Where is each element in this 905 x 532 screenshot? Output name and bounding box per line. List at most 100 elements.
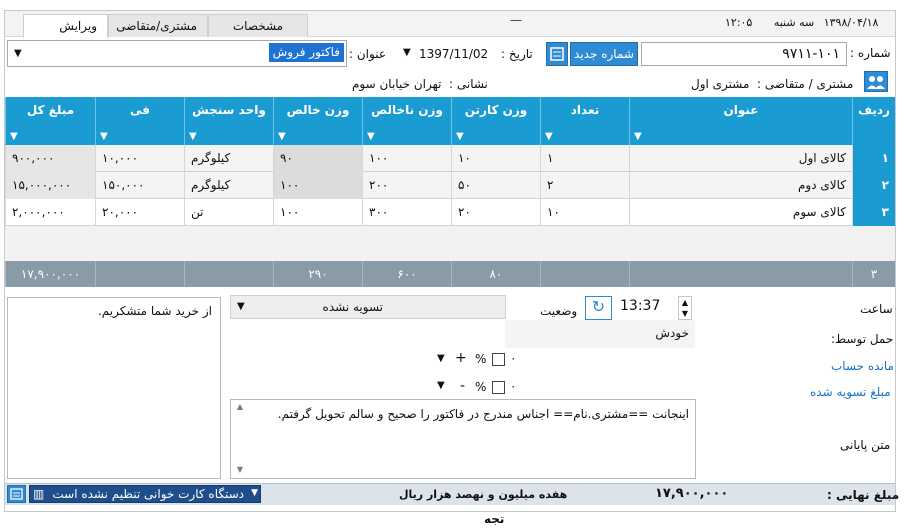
time-spinner[interactable]: ▲ ▼ [678,296,692,320]
cell-quantity[interactable]: ۱ [540,145,629,172]
clock: ۱۳۹۸/۰۴/۱۸ سه شنبه ۱۲:۰۵ [725,16,878,29]
title-combo[interactable]: ▼ فاکتور فروش [7,40,347,67]
title-label: عنوان : [349,47,386,61]
col-header-net-weight[interactable]: وزن خالص ▼ [273,97,362,145]
grid-empty-area [5,226,895,261]
date-chevron-down-icon[interactable]: ▼ [403,47,411,58]
tab-edit[interactable]: ویرایش [23,14,108,38]
cell-net[interactable]: ۹۰ [273,145,362,172]
col-header-quantity[interactable]: تعداد ▼ [540,97,629,145]
address-label: نشانی : [449,77,488,91]
window-dash: — [510,13,522,27]
cell-price[interactable]: ۱۰,۰۰۰ [95,145,184,172]
settled-link[interactable]: مبلغ تسویه شده [810,385,891,399]
customer-value: مشتری اول [691,77,750,91]
col-header-title[interactable]: عنوان ▼ [629,97,852,145]
col-header-unit[interactable]: واحد سنجش ▼ [184,97,273,145]
settled-percent: % [475,380,487,394]
filter-icon[interactable]: ▼ [634,131,642,142]
footer-scrollbar[interactable]: ▲ ▼ [233,402,247,476]
tab-details[interactable]: مشخصات [208,14,308,37]
balance-percent: % [475,352,487,366]
title-chevron-down-icon[interactable]: ▼ [14,48,22,59]
filter-icon[interactable]: ▼ [456,131,464,142]
card-reader-chevron-down-icon[interactable]: ▼ [251,488,258,498]
summary-price [95,261,184,287]
table-row[interactable]: ۳ کالای سوم ۱۰ ۲۰ ۳۰۰ ۱۰۰ تن ۲۰,۰۰۰ ۲,۰۰… [5,199,895,226]
filter-icon[interactable]: ▼ [278,131,286,142]
cell-total[interactable]: ۹۰۰,۰۰۰ [5,145,95,172]
row-number: ۱ [852,145,895,172]
cell-unit[interactable]: کیلوگرم [184,145,273,172]
cell-net[interactable]: ۱۰۰ [273,199,362,226]
time-field[interactable]: 13:37 [620,298,660,314]
carried-by-field[interactable]: خودش [505,320,695,348]
tab-customer[interactable]: مشتری/متقاضی [108,14,208,37]
date-field[interactable]: 1397/11/02 [419,47,488,61]
calculator-icon[interactable] [546,42,568,66]
cell-carton[interactable]: ۵۰ [451,172,540,199]
cell-title[interactable]: کالای دوم [629,172,852,199]
cell-unit[interactable]: تن [184,199,273,226]
thanks-textarea[interactable]: از خرید شما متشکریم. [7,297,221,479]
col-header-carton-weight[interactable]: وزن کارتن ▼ [451,97,540,145]
customer-people-icon[interactable] [864,71,888,92]
new-number-button[interactable]: شماره جدید [570,42,638,66]
carried-by-label: حمل توسط: [831,332,894,346]
filter-icon[interactable]: ▼ [10,131,18,142]
card-reader-combo[interactable]: ▥ دستگاه کارت خوانی تنظیم نشده است ▼ [29,485,261,503]
table-row[interactable]: ۲ کالای دوم ۲ ۵۰ ۲۰۰ ۱۰۰ کیلوگرم ۱۵۰,۰۰۰… [5,172,895,199]
col-header-price[interactable]: فی ▼ [95,97,184,145]
balance-chevron-down-icon[interactable]: ▼ [437,353,445,364]
status-value: تسویه نشده [322,300,383,314]
cell-title[interactable]: کالای سوم [629,199,852,226]
status-combo[interactable]: ▼ تسویه نشده [230,295,506,319]
footer-text: اینجانت ==مشتری.نام== اجناس مندرج در فاک… [277,407,689,421]
summary-carton: ۸۰ [451,261,540,287]
filter-icon[interactable]: ▼ [189,131,197,142]
balance-link[interactable]: مانده حساب [831,359,894,373]
cell-carton[interactable]: ۲۰ [451,199,540,226]
footer-textarea[interactable]: اینجانت ==مشتری.نام== اجناس مندرج در فاک… [230,399,696,479]
hour-label: ساعت [860,302,893,316]
refresh-icon[interactable]: ↻ [585,296,612,320]
filter-icon[interactable]: ▼ [100,131,108,142]
cell-price[interactable]: ۲۰,۰۰۰ [95,199,184,226]
balance-percent-checkbox[interactable] [492,353,505,366]
settled-sign: - [460,378,466,394]
status-chevron-down-icon[interactable]: ▼ [237,301,245,312]
filter-icon[interactable]: ▼ [367,131,375,142]
filter-icon[interactable]: ▼ [545,131,553,142]
settled-chevron-down-icon[interactable]: ▼ [437,380,445,391]
cell-net[interactable]: ۱۰۰ [273,172,362,199]
address-value: تهران خیابان سوم [352,77,442,91]
cell-gross[interactable]: ۲۰۰ [362,172,451,199]
cell-total[interactable]: ۱۵,۰۰۰,۰۰۰ [5,172,95,199]
number-field[interactable]: ۹۷۱۱-۱۰۱ [641,42,847,66]
final-amount-words: هفده میلیون و نهصد هزار ریال [399,488,568,501]
settings-icon[interactable] [7,485,26,503]
clock-day: سه شنبه [773,16,815,29]
summary-net: ۲۹۰ [273,261,362,287]
cell-quantity[interactable]: ۱۰ [540,199,629,226]
card-reader-text: دستگاه کارت خوانی تنظیم نشده است [52,487,244,501]
col-header-gross-weight[interactable]: وزن ناخالص ▼ [362,97,451,145]
cell-gross[interactable]: ۱۰۰ [362,145,451,172]
cell-title[interactable]: کالای اول [629,145,852,172]
customer-label: مشتری / متقاضی : [757,77,854,91]
cell-carton[interactable]: ۱۰ [451,145,540,172]
footer-text-label: متن پایانی [840,438,891,452]
table-row[interactable]: ۱ کالای اول ۱ ۱۰ ۱۰۰ ۹۰ کیلوگرم ۱۰,۰۰۰ ۹… [5,145,895,172]
clock-time: ۱۲:۰۵ [725,16,753,29]
row-number: ۲ [852,172,895,199]
col-header-row-number[interactable]: ردیف [852,97,895,145]
cell-gross[interactable]: ۳۰۰ [362,199,451,226]
settled-percent-checkbox[interactable] [492,381,505,394]
cell-total[interactable]: ۲,۰۰۰,۰۰۰ [5,199,95,226]
carried-by-value: خودش [655,326,689,340]
cell-quantity[interactable]: ۲ [540,172,629,199]
cell-unit[interactable]: کیلوگرم [184,172,273,199]
final-amount-value: ۱۷,۹۰۰,۰۰۰ [655,486,729,501]
col-header-total[interactable]: مبلغ کل ▼ [5,97,95,145]
cell-price[interactable]: ۱۵۰,۰۰۰ [95,172,184,199]
